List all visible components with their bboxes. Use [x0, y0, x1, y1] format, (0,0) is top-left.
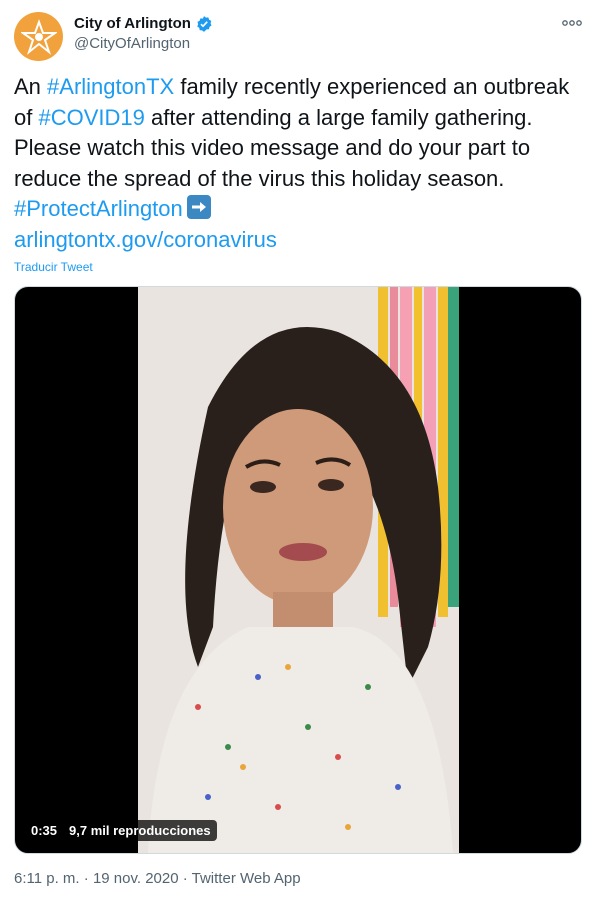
- verified-badge-icon: [197, 16, 212, 32]
- meta-separator: ·: [79, 870, 93, 887]
- video-duration: 0:35: [31, 823, 58, 838]
- translate-tweet-link[interactable]: Traducir Tweet: [14, 260, 93, 274]
- video-frame-image: [138, 287, 459, 853]
- author-block: City of Arlington @CityOfArlington: [74, 14, 213, 54]
- tweet-time[interactable]: 6:11 p. m.: [14, 870, 80, 887]
- city-star-logo-icon: [20, 18, 57, 55]
- more-options-icon[interactable]: [561, 14, 583, 32]
- tweet-metadata: 6:11 p. m. · 19 nov. 2020 · Twitter Web …: [14, 870, 301, 887]
- video-view-count: 9,7 mil reproducciones: [69, 823, 211, 838]
- tweet-source[interactable]: Twitter Web App: [192, 870, 301, 887]
- author-handle[interactable]: @CityOfArlington: [74, 34, 213, 54]
- url-link[interactable]: arlingtontx.gov/coronavirus: [14, 227, 277, 252]
- tweet-text: An #ArlingtonTX family recently experien…: [14, 72, 574, 255]
- right-arrow-icon: [186, 195, 211, 219]
- author-display-name[interactable]: City of Arlington: [74, 14, 213, 34]
- video-stats-badge: 0:35 9,7 mil reproducciones: [25, 820, 217, 841]
- avatar[interactable]: [14, 12, 63, 61]
- hashtag-link[interactable]: #COVID19: [38, 105, 144, 130]
- text-segment: An: [14, 74, 48, 99]
- video-player[interactable]: 0:35 9,7 mil reproducciones: [14, 286, 582, 854]
- display-name-text[interactable]: City of Arlington: [74, 14, 191, 34]
- tweet-date[interactable]: 19 nov. 2020: [93, 870, 179, 887]
- hashtag-link[interactable]: #ProtectArlington: [14, 196, 183, 221]
- hashtag-link[interactable]: #ArlingtonTX: [47, 74, 174, 99]
- meta-separator: ·: [178, 870, 192, 887]
